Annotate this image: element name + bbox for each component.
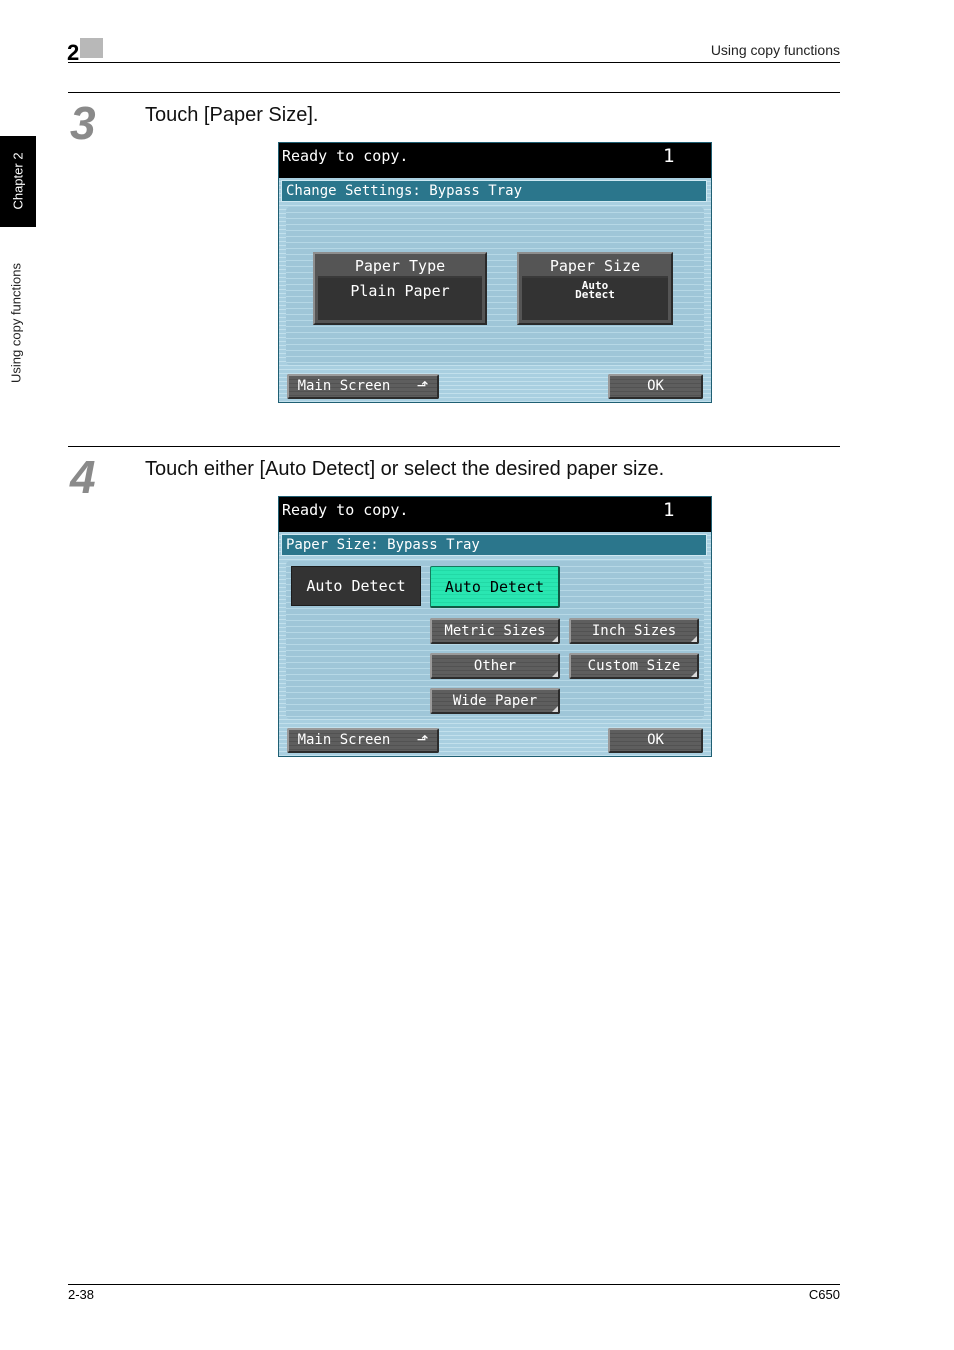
inch-sizes-button[interactable]: Inch Sizes bbox=[569, 618, 699, 644]
copy-count: 1 bbox=[663, 145, 675, 167]
ok-button[interactable]: OK bbox=[608, 728, 703, 753]
custom-size-button[interactable]: Custom Size bbox=[569, 653, 699, 679]
other-label: Other bbox=[473, 658, 517, 674]
step-divider bbox=[68, 446, 840, 447]
return-arrow-icon: ⬏ bbox=[416, 378, 429, 394]
section-title: Using copy functions bbox=[710, 42, 840, 58]
chapter-side-label: Chapter 2 bbox=[10, 152, 26, 210]
main-screen-label: Main Screen bbox=[297, 378, 391, 394]
footer-divider bbox=[68, 1284, 840, 1285]
paper-size-button[interactable]: Paper Size Auto Detect bbox=[517, 252, 673, 325]
paper-type-button[interactable]: Paper Type Plain Paper bbox=[313, 252, 487, 325]
step-instruction: Touch [Paper Size]. bbox=[145, 104, 319, 126]
screen-title-bar: Change Settings: Bypass Tray bbox=[281, 180, 707, 202]
ok-label: OK bbox=[647, 732, 664, 748]
paper-size-label: Paper Size bbox=[522, 256, 668, 278]
custom-size-label: Custom Size bbox=[587, 658, 681, 674]
metric-sizes-button[interactable]: Metric Sizes bbox=[430, 618, 560, 644]
model-name: C650 bbox=[808, 1287, 840, 1302]
screen-title-bar: Paper Size: Bypass Tray bbox=[281, 534, 707, 556]
chapter-side-tab: Chapter 2 bbox=[0, 136, 36, 227]
wide-paper-label: Wide Paper bbox=[452, 693, 538, 709]
status-bar: Ready to copy. 1 bbox=[278, 142, 712, 178]
step-divider bbox=[68, 92, 840, 93]
screen-title: Paper Size: Bypass Tray bbox=[286, 537, 480, 553]
current-paper-size-display: Auto Detect bbox=[291, 566, 421, 606]
step-number: 3 bbox=[70, 97, 96, 149]
inch-sizes-label: Inch Sizes bbox=[591, 623, 677, 639]
ok-label: OK bbox=[647, 378, 664, 394]
other-button[interactable]: Other bbox=[430, 653, 560, 679]
status-bar: Ready to copy. 1 bbox=[278, 496, 712, 532]
copy-count: 1 bbox=[663, 499, 675, 521]
auto-detect-button[interactable]: Auto Detect bbox=[430, 566, 560, 608]
section-side-label: Using copy functions bbox=[8, 263, 24, 383]
screen-title: Change Settings: Bypass Tray bbox=[286, 183, 523, 199]
paper-type-label: Paper Type bbox=[318, 256, 482, 278]
main-screen-button[interactable]: Main Screen ⬏ bbox=[287, 728, 439, 753]
main-screen-button[interactable]: Main Screen ⬏ bbox=[287, 374, 439, 399]
wide-paper-button[interactable]: Wide Paper bbox=[430, 688, 560, 714]
metric-sizes-label: Metric Sizes bbox=[444, 623, 546, 639]
status-text: Ready to copy. bbox=[282, 501, 409, 519]
page-number: 2-38 bbox=[68, 1287, 95, 1302]
paper-size-value-line2: Detect bbox=[575, 288, 615, 301]
chapter-box bbox=[80, 38, 103, 58]
copier-screen-paper-size: Ready to copy. 1 Paper Size: Bypass Tray… bbox=[278, 496, 712, 757]
main-screen-label: Main Screen bbox=[297, 732, 391, 748]
return-arrow-icon: ⬏ bbox=[416, 732, 429, 748]
step-instruction: Touch either [Auto Detect] or select the… bbox=[145, 458, 665, 480]
status-text: Ready to copy. bbox=[282, 147, 409, 165]
header-divider bbox=[68, 62, 840, 63]
step-number: 4 bbox=[70, 451, 96, 503]
copier-screen-change-settings: Ready to copy. 1 Change Settings: Bypass… bbox=[278, 142, 712, 403]
paper-type-value: Plain Paper bbox=[350, 282, 450, 300]
ok-button[interactable]: OK bbox=[608, 374, 703, 399]
